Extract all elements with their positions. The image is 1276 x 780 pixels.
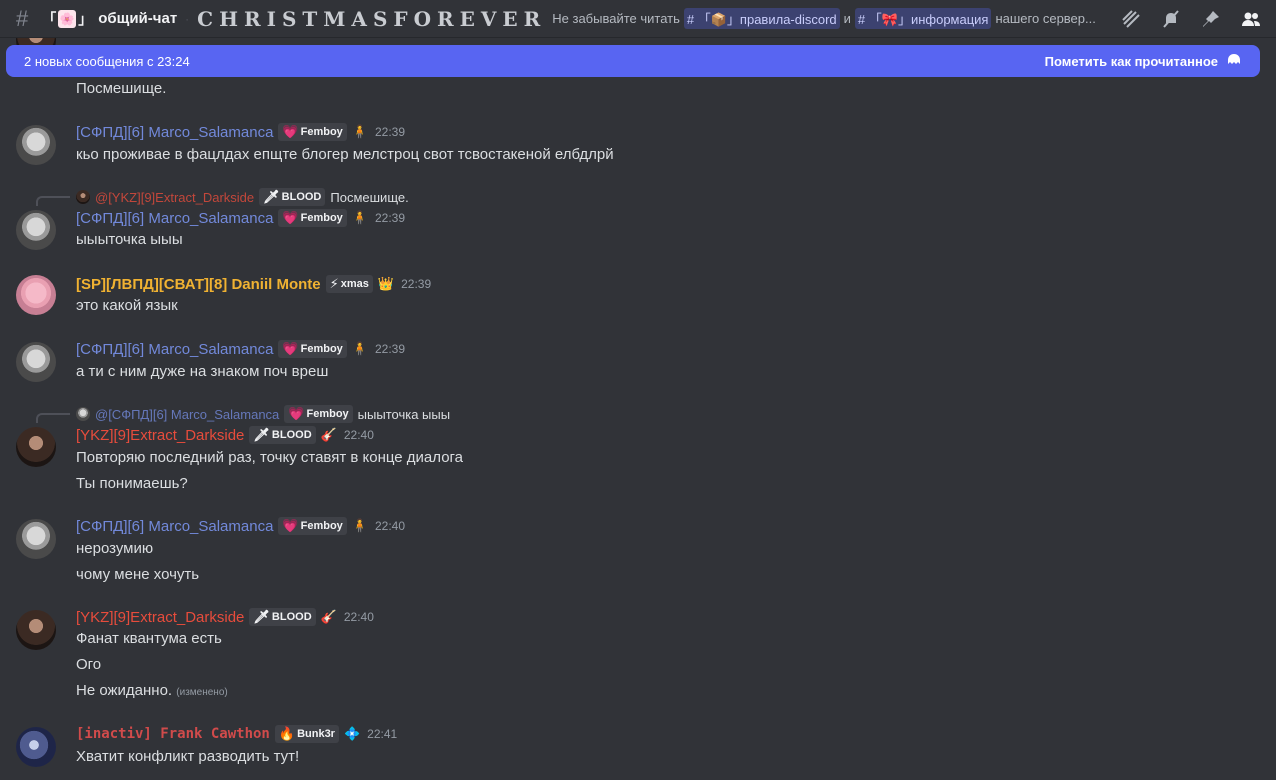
person-icon: 🧍: [351, 518, 368, 533]
member-list-icon[interactable]: [1240, 8, 1262, 30]
heart-icon: 💗: [282, 124, 299, 139]
avatar[interactable]: [16, 519, 56, 559]
message-text: кьо проживае в фацлдах епщте блогер мелс…: [76, 146, 614, 163]
avatar[interactable]: [16, 210, 56, 250]
avatar[interactable]: [16, 342, 56, 382]
guitar-icon: 🎸: [320, 427, 337, 442]
author-name[interactable]: [inactiv] Frank Cawthon: [76, 726, 270, 742]
channel-name[interactable]: 「 🌸 」 общий-чат: [42, 9, 177, 29]
avatar[interactable]: [16, 427, 56, 467]
reply-text: ыыыточка ыыы: [357, 406, 451, 422]
message-text: Посмешище.: [76, 80, 167, 97]
lightning-icon: ⚡: [329, 276, 339, 291]
timestamp[interactable]: 22:40: [344, 610, 374, 624]
avatar[interactable]: [16, 275, 56, 315]
author-name[interactable]: [СФПД][6] Marco_Salamanca: [76, 210, 273, 227]
reply-author[interactable]: @[СФПД][6] Marco_Salamanca: [95, 407, 279, 422]
timestamp[interactable]: 22:39: [401, 277, 431, 291]
role-badge[interactable]: 🔥 Bunk3r: [274, 725, 339, 743]
channel-topic[interactable]: Не забывайте читать # 「📦」правила-discord…: [552, 8, 1096, 29]
crown-icon: 👑: [377, 276, 395, 291]
reply-preview[interactable]: @[YKZ][9]Extract_Darkside 🗡 BLOOD Посмеши…: [76, 188, 409, 206]
message-text: Ты понимаешь?: [76, 475, 188, 492]
mark-read-icon: [1228, 54, 1240, 64]
role-badge[interactable]: 💗 Femboy: [278, 517, 347, 535]
channel-header: # 「 🌸 」 общий-чат · CHRISTMASFOREVER Не …: [0, 0, 1276, 38]
message-text: чому мене хочуть: [76, 566, 200, 583]
reply-text: Посмешище.: [330, 189, 409, 205]
author-name[interactable]: [СФПД][6] Marco_Salamanca: [76, 518, 273, 535]
timestamp[interactable]: 22:39: [375, 125, 405, 139]
gem-icon: 💠: [343, 726, 361, 741]
reply-spine: [36, 413, 70, 423]
person-icon: 🧍: [351, 124, 368, 139]
author-name[interactable]: [YKZ][9]Extract_Darkside: [76, 427, 244, 444]
message-text: это какой язык: [76, 297, 178, 314]
author-name[interactable]: [SP][ЛВПД][СВАТ][8] Daniil Monte: [76, 276, 321, 293]
threads-icon[interactable]: [1120, 8, 1142, 30]
person-icon: 🧍: [351, 341, 368, 356]
timestamp[interactable]: 22:41: [367, 727, 397, 741]
dagger-icon: 🗡: [263, 189, 280, 204]
channel-mention[interactable]: # 「📦」правила-discord: [683, 8, 840, 29]
edited-label: (изменено): [176, 687, 228, 698]
role-badge: 🗡 BLOOD: [259, 188, 326, 206]
role-badge[interactable]: 💗 Femboy: [278, 209, 347, 227]
role-badge[interactable]: 💗 Femboy: [278, 340, 347, 358]
reply-author[interactable]: @[YKZ][9]Extract_Darkside: [95, 190, 254, 205]
avatar[interactable]: [16, 125, 56, 165]
reply-avatar: [76, 190, 90, 204]
author-name[interactable]: [YKZ][9]Extract_Darkside: [76, 609, 244, 626]
message-text: Повторяю последний раз, точку ставят в к…: [76, 449, 464, 466]
timestamp[interactable]: 22:40: [344, 428, 374, 442]
avatar[interactable]: [16, 610, 56, 650]
new-messages-bar[interactable]: 2 новых сообщения с 23:24 Пометить как п…: [6, 45, 1260, 77]
timestamp[interactable]: 22:39: [375, 342, 405, 356]
text-channel-icon: #: [16, 5, 29, 31]
heart-icon: 💗: [282, 341, 299, 356]
timestamp[interactable]: 22:40: [375, 519, 405, 533]
heart-icon: 💗: [282, 210, 299, 225]
message-text: Ого: [76, 656, 102, 673]
role-badge[interactable]: 💗 Femboy: [278, 123, 347, 141]
dagger-icon: 🗡: [253, 427, 270, 442]
message-text: нерозумию: [76, 540, 154, 557]
flower-icon: 🌸: [58, 9, 77, 28]
message-text: ыыыточка ыыы: [76, 231, 183, 248]
new-messages-label[interactable]: 2 новых сообщения с 23:24: [24, 54, 190, 69]
message-text: а ти с ним дуже на знаком поч вреш: [76, 363, 329, 380]
role-badge[interactable]: ⚡ xmas: [325, 275, 373, 293]
channel-mention[interactable]: # 「🎀」информация: [854, 8, 992, 29]
reply-preview[interactable]: @[СФПД][6] Marco_Salamanca 💗 Femboy ыыыто…: [76, 405, 450, 423]
person-icon: 🧍: [351, 210, 368, 225]
author-name[interactable]: [СФПД][6] Marco_Salamanca: [76, 124, 273, 141]
header-toolbar: [1110, 0, 1262, 37]
mark-as-read-button[interactable]: Пометить как прочитанное: [1045, 53, 1242, 69]
message-text: Фанат квантума есть: [76, 630, 222, 647]
reply-spine: [36, 196, 70, 206]
timestamp[interactable]: 22:39: [375, 211, 405, 225]
message-text: Хватит конфликт разводить тут!: [76, 748, 300, 765]
role-badge[interactable]: 🗡 BLOOD: [249, 426, 316, 444]
pin-icon[interactable]: [1200, 8, 1222, 30]
avatar[interactable]: [16, 727, 56, 767]
topic-fancy-text[interactable]: CHRISTMASFOREVER: [197, 7, 546, 31]
heart-icon: 💗: [282, 518, 299, 533]
role-badge: 💗 Femboy: [284, 405, 353, 423]
role-badge[interactable]: 🗡 BLOOD: [249, 608, 316, 626]
heart-icon: 💗: [288, 406, 305, 421]
message-text-edited: Не ожиданно. (изменено): [76, 682, 228, 699]
notifications-muted-icon[interactable]: [1160, 8, 1182, 30]
divider: ·: [185, 11, 190, 26]
reply-avatar: [76, 407, 90, 421]
dagger-icon: 🗡: [253, 609, 270, 624]
guitar-icon: 🎸: [320, 609, 337, 624]
fire-icon: 🔥: [278, 726, 296, 741]
author-name[interactable]: [СФПД][6] Marco_Salamanca: [76, 341, 273, 358]
message-list: Посмешище. [СФПД][6] Marco_Salamanca 💗 Fe…: [0, 38, 1276, 780]
